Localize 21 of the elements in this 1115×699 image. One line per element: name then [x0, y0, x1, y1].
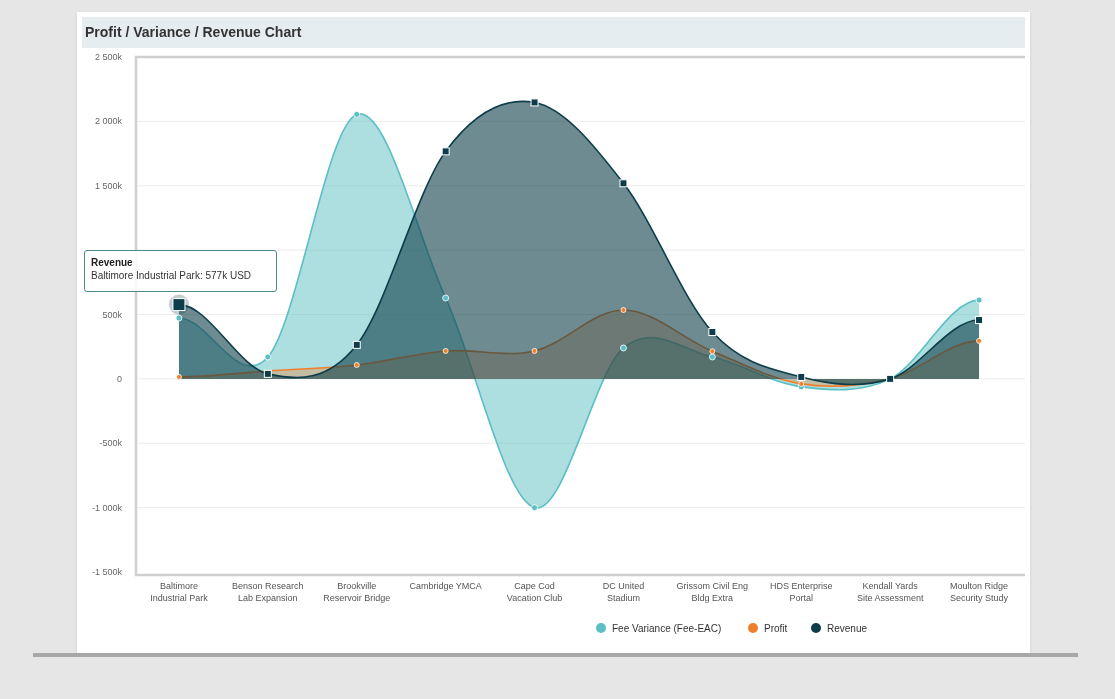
x-axis-label: Cape Cod Vacation Club — [506, 581, 563, 603]
tooltip-text: Baltimore Industrial Park: 577k USD — [91, 269, 253, 282]
y-axis-label: 2 500k — [94, 52, 122, 62]
y-axis-label: 500k — [102, 309, 122, 320]
x-axis-label: Moulton Ridge Security Study — [950, 581, 1009, 603]
y-axis-label: 2 000k — [94, 116, 122, 127]
x-axis-label: DC United Stadium — [602, 581, 645, 603]
y-axis-label: 0 — [117, 373, 122, 384]
x-axis-label: Kendall Yards Site Assessment — [856, 581, 924, 603]
x-axis-label: Brookville Reservoir Bridge — [323, 581, 391, 603]
y-axis-label: -1 500k — [91, 567, 122, 577]
tooltip-title: Revenue — [91, 256, 134, 269]
x-axis-label: Grissom Civil Eng Bldg Extra — [676, 581, 749, 603]
y-axis-label: 1 500k — [94, 180, 122, 191]
x-axis-label: Benson Research Lab Expansion — [232, 581, 304, 603]
y-axis-label: -500k — [99, 438, 122, 449]
chart-title: Profit / Variance / Revenue Chart — [85, 23, 302, 42]
x-axis-label: Baltimore Industrial Park — [150, 581, 208, 603]
x-axis-label: HDS Enterprise Portal — [770, 581, 833, 603]
y-axis-label: -1 000k — [91, 502, 122, 513]
x-axis-label: Cambridge YMCA — [409, 581, 482, 591]
